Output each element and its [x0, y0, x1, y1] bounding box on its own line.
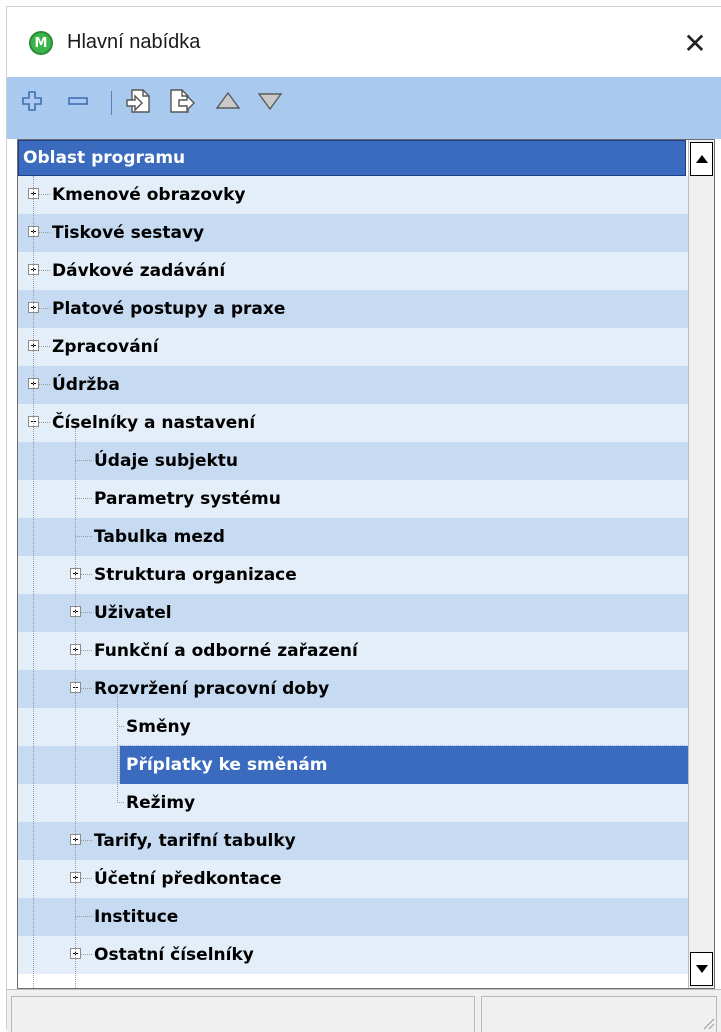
- vertical-scrollbar[interactable]: [688, 140, 714, 988]
- tree-item-label: Kmenové obrazovky: [52, 185, 246, 205]
- tree-connector: [117, 802, 124, 803]
- tree-item[interactable]: Směny: [18, 708, 688, 746]
- tree-item-label: Příplatky ke směnám: [119, 745, 689, 785]
- tree-item[interactable]: Struktura organizace: [18, 556, 688, 594]
- move-up-icon[interactable]: [213, 85, 243, 117]
- tree-item[interactable]: Uživatel: [18, 594, 688, 632]
- tree-connector: [75, 536, 92, 537]
- window-title: Hlavní nabídka: [67, 31, 201, 53]
- tree-item[interactable]: Platové postupy a praxe: [18, 290, 688, 328]
- tree-connector: [81, 612, 92, 613]
- insert-before-icon[interactable]: [121, 85, 155, 117]
- tree-item-label: Dávkové zadávání: [52, 261, 226, 281]
- scroll-up-button[interactable]: [690, 142, 713, 176]
- tree-item[interactable]: Kmenové obrazovky: [18, 176, 688, 214]
- tree-connector: [39, 346, 50, 347]
- tree-item-label: Směny: [126, 717, 191, 737]
- tree-connector: [81, 840, 92, 841]
- tree-connector: [75, 428, 76, 988]
- tree-connector: [81, 954, 92, 955]
- tree-item[interactable]: Příplatky ke směnám: [18, 745, 689, 785]
- tree-item-label: Instituce: [94, 907, 179, 927]
- tree-connector: [75, 916, 92, 917]
- menu-tree: Oblast programu Kmenové obrazovky Tiskové…: [17, 139, 715, 989]
- tree-item-label: Údaje subjektu: [94, 451, 239, 471]
- title-bar: M Hlavní nabídka ✕: [7, 7, 721, 77]
- tree-item[interactable]: Instituce: [18, 898, 688, 936]
- tree-connector: [75, 460, 92, 461]
- tree-item[interactable]: Tabulka mezd: [18, 518, 688, 556]
- tree-item-label: Rozvržení pracovní doby: [94, 679, 330, 699]
- tree-item[interactable]: Účetní předkontace: [18, 860, 688, 898]
- tree-item-label: Parametry systému: [94, 489, 281, 509]
- tree-item-label: Platové postupy a praxe: [52, 299, 286, 319]
- tree-item[interactable]: Zpracování: [18, 328, 688, 366]
- scrollbar-track[interactable]: [690, 178, 713, 804]
- tree-connector: [81, 574, 92, 575]
- tree-connector: [39, 232, 50, 233]
- tree-item-label: Tiskové sestavy: [52, 223, 205, 243]
- move-down-icon[interactable]: [255, 85, 285, 117]
- tree-item[interactable]: Režimy: [18, 784, 688, 822]
- tree-item-label: Údržba: [52, 375, 120, 395]
- tree-item[interactable]: Tarify, tarifní tabulky: [18, 822, 688, 860]
- tree-item-label: Struktura organizace: [94, 565, 297, 585]
- tree-item[interactable]: Údaje subjektu: [18, 442, 688, 480]
- tree-connector: [39, 270, 50, 271]
- collapse-all-icon[interactable]: [63, 85, 93, 117]
- tree-connector: [39, 194, 50, 195]
- tree-item-label: Režimy: [126, 793, 196, 813]
- tree-connector: [81, 688, 92, 689]
- status-pane-main: [11, 996, 475, 1032]
- tree-column-header[interactable]: Oblast programu: [18, 140, 686, 176]
- tree-item[interactable]: Číselníky a nastavení: [18, 404, 688, 442]
- tree-item[interactable]: Údržba: [18, 366, 688, 404]
- tree-item[interactable]: Ostatní číselníky: [18, 936, 688, 974]
- tree-rows: Kmenové obrazovky Tiskové sestavy Dávkové …: [18, 176, 689, 988]
- tree-item-label: Uživatel: [94, 603, 172, 623]
- tree-item-label: Účetní předkontace: [94, 869, 282, 889]
- insert-after-icon[interactable]: [165, 85, 199, 117]
- tree-connector: [81, 878, 92, 879]
- tree-connector: [81, 650, 92, 651]
- tree-item-label: Zpracování: [52, 337, 159, 357]
- tree-item[interactable]: Tiskové sestavy: [18, 214, 688, 252]
- tree-item[interactable]: Parametry systému: [18, 480, 688, 518]
- tree-item[interactable]: Funkční a odborné zařazení: [18, 632, 688, 670]
- main-menu-window: M Hlavní nabídka ✕ Oblast programu Kmeno…: [6, 6, 721, 1032]
- status-pane-secondary: [481, 996, 717, 1032]
- status-bar: [7, 989, 721, 1032]
- toolbar-separator: [111, 91, 112, 115]
- tree-connector: [75, 498, 92, 499]
- tree-item-label: Ostatní číselníky: [94, 945, 254, 965]
- expand-all-icon[interactable]: [17, 85, 47, 117]
- tree-connector: [39, 308, 50, 309]
- tree-item[interactable]: Rozvržení pracovní doby: [18, 670, 688, 708]
- resize-grip-icon[interactable]: [701, 1016, 715, 1030]
- tree-item-label: Tabulka mezd: [94, 527, 225, 547]
- tree-item-label: Číselníky a nastavení: [52, 413, 256, 433]
- tree-connector: [117, 694, 118, 803]
- scroll-down-button[interactable]: [690, 952, 713, 986]
- toolbar: [7, 77, 721, 139]
- tree-connector: [39, 422, 50, 423]
- tree-connector: [39, 384, 50, 385]
- tree-connector: [33, 176, 34, 988]
- close-button[interactable]: ✕: [675, 23, 715, 63]
- tree-item-label: Funkční a odborné zařazení: [94, 641, 358, 661]
- tree-connector: [117, 726, 124, 727]
- tree-item[interactable]: Dávkové zadávání: [18, 252, 688, 290]
- tree-item-label: Tarify, tarifní tabulky: [94, 831, 296, 851]
- app-logo-icon: M: [29, 31, 53, 55]
